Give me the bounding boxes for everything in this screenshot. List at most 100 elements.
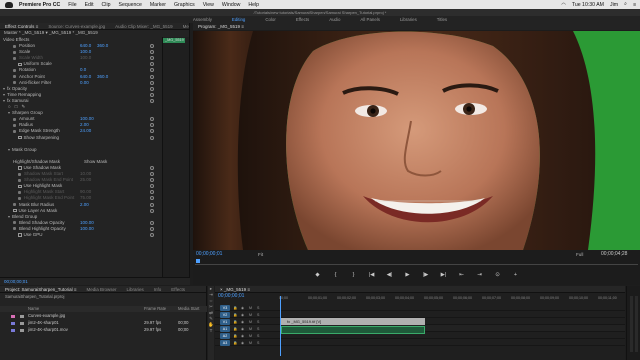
workspace-titles[interactable]: Titles bbox=[428, 16, 456, 23]
reset-icon[interactable] bbox=[150, 62, 154, 67]
play-button[interactable]: ▶ bbox=[404, 272, 412, 278]
reset-icon[interactable] bbox=[150, 98, 154, 103]
wifi-icon[interactable]: ◠ bbox=[561, 2, 566, 8]
project-item[interactable]: jim2-4K-sharp01 29.97 fps 00;00 bbox=[0, 320, 207, 326]
checkbox[interactable] bbox=[18, 233, 22, 237]
menu-user[interactable]: Jim bbox=[610, 2, 618, 8]
tab-project[interactable]: Project: SamuraiSharpen_Tutorial ≡ bbox=[0, 286, 82, 292]
search-icon[interactable]: ⌕ bbox=[624, 1, 627, 8]
stopwatch-icon[interactable] bbox=[13, 221, 16, 225]
lift-button[interactable]: ⇤ bbox=[458, 272, 466, 278]
track-target-button[interactable]: V3 bbox=[220, 304, 230, 311]
effect-timeline-area[interactable] bbox=[162, 37, 189, 277]
track-target-button[interactable]: A3 bbox=[220, 339, 230, 346]
solo-button[interactable]: S bbox=[257, 333, 263, 339]
workspace-color[interactable]: Color bbox=[256, 16, 285, 23]
menu-view[interactable]: View bbox=[203, 2, 214, 8]
reset-icon[interactable] bbox=[150, 135, 154, 140]
video-clip[interactable]: fx _MG_5519.tif [V] bbox=[281, 318, 425, 325]
eye-icon[interactable]: ◉ bbox=[241, 312, 247, 318]
mark-in-button[interactable]: { bbox=[332, 272, 340, 278]
checkbox[interactable] bbox=[18, 62, 22, 67]
menu-edit[interactable]: Edit bbox=[85, 2, 94, 8]
stopwatch-icon[interactable] bbox=[18, 196, 21, 200]
reset-icon[interactable] bbox=[150, 233, 154, 237]
stopwatch-icon[interactable] bbox=[13, 50, 16, 54]
menu-graphics[interactable]: Graphics bbox=[174, 2, 195, 8]
program-video-frame[interactable] bbox=[193, 31, 640, 250]
tab-info[interactable]: Info bbox=[149, 286, 167, 292]
mute-button[interactable]: M bbox=[249, 333, 255, 339]
reset-icon[interactable] bbox=[150, 50, 154, 55]
reset-icon[interactable] bbox=[150, 190, 154, 195]
tab-sequence[interactable]: × _MG_5519 ≡ bbox=[215, 286, 255, 292]
workspace-assembly[interactable]: Assembly bbox=[184, 16, 221, 23]
mute-button[interactable]: M bbox=[249, 340, 255, 346]
reset-icon[interactable] bbox=[150, 44, 154, 49]
program-playhead[interactable] bbox=[196, 259, 200, 263]
label-color-swatch[interactable] bbox=[11, 314, 15, 318]
stopwatch-icon[interactable] bbox=[18, 190, 21, 194]
reset-icon[interactable] bbox=[150, 129, 154, 134]
tab-metadata[interactable]: Me bbox=[178, 23, 189, 29]
menu-clip[interactable]: Clip bbox=[102, 2, 111, 8]
stopwatch-icon[interactable] bbox=[13, 117, 16, 121]
workspace-editing[interactable]: Editing bbox=[223, 16, 254, 23]
track-target-button[interactable]: V2 bbox=[220, 311, 230, 318]
go-to-in-button[interactable]: |◀ bbox=[368, 272, 376, 278]
lock-icon[interactable]: 🔒 bbox=[233, 305, 239, 311]
tab-audio-clip-mixer[interactable]: Audio Clip Mixer: _MG_5519 bbox=[110, 23, 178, 29]
reset-icon[interactable] bbox=[150, 123, 154, 128]
project-item[interactable]: Curves-example.jpg bbox=[0, 313, 207, 319]
disclosure-triangle-icon[interactable] bbox=[8, 112, 10, 115]
track-target-button[interactable]: A2 bbox=[220, 332, 230, 339]
lock-icon[interactable]: 🔒 bbox=[233, 319, 239, 325]
timeline-track[interactable] bbox=[215, 339, 625, 346]
step-forward-button[interactable]: |▶ bbox=[422, 272, 430, 278]
extract-button[interactable]: ⇥ bbox=[476, 272, 484, 278]
type-tool[interactable]: T bbox=[208, 328, 214, 334]
menu-marker[interactable]: Marker bbox=[150, 2, 166, 8]
button-editor-button[interactable]: + bbox=[512, 272, 520, 278]
menu-sequence[interactable]: Sequence bbox=[118, 2, 141, 8]
menu-file[interactable]: File bbox=[68, 2, 76, 8]
label-color-swatch[interactable] bbox=[11, 328, 15, 332]
reset-icon[interactable] bbox=[150, 92, 154, 97]
go-to-out-button[interactable]: ▶| bbox=[440, 272, 448, 278]
eye-icon[interactable]: ◉ bbox=[241, 326, 247, 332]
tab-libraries[interactable]: Libraries bbox=[122, 286, 149, 292]
menu-app[interactable]: Premiere Pro CC bbox=[19, 2, 60, 8]
lock-icon[interactable]: 🔒 bbox=[233, 333, 239, 339]
reset-icon[interactable] bbox=[150, 220, 154, 225]
effect-row[interactable]: Use GPU bbox=[0, 232, 162, 238]
solo-button[interactable]: S bbox=[257, 312, 263, 318]
timeline-track[interactable] bbox=[215, 311, 625, 318]
reset-icon[interactable] bbox=[150, 74, 154, 79]
tab-effect-controls[interactable]: Effect Controls ≡ bbox=[0, 23, 43, 29]
reset-icon[interactable] bbox=[150, 184, 154, 189]
effect-controls-timecode[interactable]: 00;00;00;01 bbox=[0, 277, 190, 285]
reset-icon[interactable] bbox=[150, 178, 154, 183]
solo-button[interactable]: S bbox=[257, 305, 263, 311]
audio-clip[interactable] bbox=[281, 326, 425, 334]
eye-icon[interactable]: ◉ bbox=[241, 319, 247, 325]
column-frame-rate[interactable]: Frame Rate bbox=[144, 306, 166, 312]
effect-controls-header[interactable]: Master * _MG_5519 ▾ _MG_5519 * _MG_5519 bbox=[0, 30, 189, 36]
solo-button[interactable]: S bbox=[257, 319, 263, 325]
stopwatch-icon[interactable] bbox=[13, 123, 16, 127]
menu-help[interactable]: Help bbox=[248, 2, 259, 8]
column-media-start[interactable]: Media Start bbox=[178, 306, 199, 312]
add-marker-button[interactable]: ◆ bbox=[314, 272, 322, 278]
program-scrub-bar[interactable] bbox=[195, 261, 638, 265]
program-timecode[interactable]: 00;00;00;01 bbox=[196, 251, 222, 257]
workspace-libraries[interactable]: Libraries bbox=[391, 16, 426, 23]
track-target-button[interactable]: A1 bbox=[220, 325, 230, 332]
mute-button[interactable]: M bbox=[249, 319, 255, 325]
mute-button[interactable]: M bbox=[249, 326, 255, 332]
step-back-button[interactable]: ◀| bbox=[386, 272, 394, 278]
tab-source[interactable]: Source: Curves-example.jpg bbox=[43, 23, 110, 29]
stopwatch-icon[interactable] bbox=[13, 227, 16, 231]
menu-clock[interactable]: Tue 10:30 AM bbox=[572, 2, 604, 8]
eye-icon[interactable]: ◉ bbox=[241, 333, 247, 339]
tab-effects[interactable]: Effects bbox=[166, 286, 190, 292]
